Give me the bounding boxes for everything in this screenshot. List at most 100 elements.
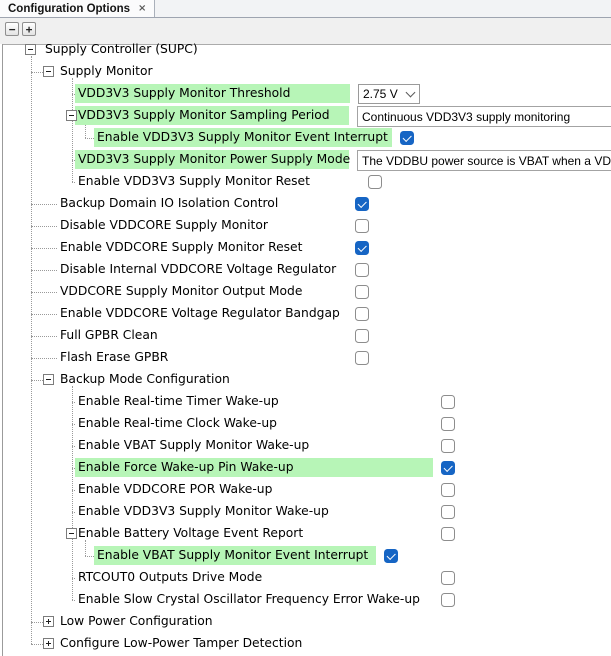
- checkbox[interactable]: [441, 461, 455, 475]
- tree-item-label[interactable]: Enable VBAT Supply Monitor Event Interru…: [97, 548, 368, 562]
- tree-item-label[interactable]: Disable Internal VDDCORE Voltage Regulat…: [60, 262, 336, 276]
- tree-row: VDD3V3 Supply Monitor Threshold 2.75 V: [0, 83, 611, 105]
- tree-item-label[interactable]: Enable VDDCORE Supply Monitor Reset: [60, 240, 302, 254]
- checkbox[interactable]: [441, 483, 455, 497]
- expander-hbar: [69, 115, 74, 116]
- checkbox[interactable]: [355, 241, 369, 255]
- tree-item-label[interactable]: Disable VDDCORE Supply Monitor: [60, 218, 268, 232]
- tree-connector-stub: [31, 248, 57, 249]
- tree-row: Enable VBAT Supply Monitor Event Interru…: [0, 545, 611, 567]
- tree-connector-stub: [31, 226, 57, 227]
- chevron-down-icon: [406, 88, 416, 98]
- tree-item-label[interactable]: VDDCORE Supply Monitor Output Mode: [60, 284, 302, 298]
- expander-hbar: [46, 71, 51, 72]
- tree-row: Enable VDDCORE Voltage Regulator Bandgap: [0, 303, 611, 325]
- tree-row: Full GPBR Clean: [0, 325, 611, 347]
- collapse-icon[interactable]: [25, 44, 36, 55]
- checkbox[interactable]: [368, 175, 382, 189]
- checkbox[interactable]: [441, 505, 455, 519]
- tree-item-label[interactable]: Configure Low-Power Tamper Detection: [60, 636, 302, 650]
- tree-row: Enable VBAT Supply Monitor Wake-up: [0, 435, 611, 457]
- checkbox[interactable]: [441, 571, 455, 585]
- tree-connector-stub: [85, 556, 94, 557]
- tree-connector-stub: [85, 138, 94, 139]
- value-field-text: Continuous VDD3V3 supply monitoring: [362, 110, 570, 124]
- tree-item-label[interactable]: Enable VDD3V3 Supply Monitor Reset: [78, 174, 310, 188]
- tree-item-label[interactable]: VDD3V3 Supply Monitor Power Supply Mode: [78, 152, 350, 166]
- tree-connector-stub: [72, 600, 75, 601]
- checkbox[interactable]: [355, 307, 369, 321]
- tree-connector-stub: [31, 336, 57, 337]
- checkbox[interactable]: [441, 395, 455, 409]
- tree-connector-stub: [31, 380, 43, 381]
- tree-item-label[interactable]: Enable VBAT Supply Monitor Wake-up: [78, 438, 309, 452]
- tree-item-label[interactable]: Supply Monitor: [60, 64, 153, 78]
- tree-row: Backup Mode Configuration: [0, 369, 611, 391]
- checkbox[interactable]: [400, 131, 414, 145]
- checkbox[interactable]: [441, 593, 455, 607]
- tree-connector-stub: [72, 578, 75, 579]
- tree-row: Enable Real-time Timer Wake-up: [0, 391, 611, 413]
- tree-row: Low Power Configuration: [0, 611, 611, 633]
- expander-hbar: [46, 379, 51, 380]
- tree-connector-stub: [31, 292, 57, 293]
- tree-item-label[interactable]: Backup Mode Configuration: [60, 372, 230, 386]
- tree-row: Enable VDDCORE Supply Monitor Reset: [0, 237, 611, 259]
- dropdown-selected-value: 2.75 V: [363, 87, 398, 101]
- tree-item-label[interactable]: Enable VDDCORE Voltage Regulator Bandgap: [60, 306, 340, 320]
- tree-item-label[interactable]: Low Power Configuration: [60, 614, 213, 628]
- collapse-icon[interactable]: [43, 374, 54, 385]
- checkbox[interactable]: [355, 329, 369, 343]
- tree-row: Enable Force Wake-up Pin Wake-up: [0, 457, 611, 479]
- tree-item-label[interactable]: Flash Erase GPBR: [60, 350, 168, 364]
- tree-connector-stub: [72, 446, 75, 447]
- tree-connector-stub: [31, 622, 43, 623]
- collapse-icon[interactable]: [66, 110, 77, 121]
- tree-item-label[interactable]: Enable Real-time Clock Wake-up: [78, 416, 277, 430]
- tree-item-label[interactable]: Full GPBR Clean: [60, 328, 158, 342]
- collapse-icon[interactable]: [66, 528, 77, 539]
- tree-connector-stub: [72, 490, 75, 491]
- tree-item-label[interactable]: Enable Force Wake-up Pin Wake-up: [78, 460, 294, 474]
- tree-row: Flash Erase GPBR: [0, 347, 611, 369]
- checkbox[interactable]: [441, 417, 455, 431]
- tree-row: Enable Battery Voltage Event Report: [0, 523, 611, 545]
- checkbox[interactable]: [384, 549, 398, 563]
- configuration-tree: Supply Controller (SUPC) Supply Monitor VD…: [0, 0, 611, 656]
- tree-connector-stub: [31, 270, 57, 271]
- expand-icon[interactable]: [43, 638, 54, 649]
- tree-item-label[interactable]: Enable VDDCORE POR Wake-up: [78, 482, 272, 496]
- tree-item-label[interactable]: VDD3V3 Supply Monitor Sampling Period: [78, 108, 330, 122]
- checkbox[interactable]: [441, 527, 455, 541]
- value-field[interactable]: The VDDBU power source is VBAT when a VD…: [357, 150, 611, 171]
- tree-row: Disable Internal VDDCORE Voltage Regulat…: [0, 259, 611, 281]
- expander-hbar: [69, 533, 74, 534]
- tree-item-label[interactable]: Supply Controller (SUPC): [45, 42, 198, 56]
- checkbox[interactable]: [355, 197, 369, 211]
- expand-icon[interactable]: [43, 616, 54, 627]
- tree-row: Disable VDDCORE Supply Monitor: [0, 215, 611, 237]
- checkbox[interactable]: [355, 285, 369, 299]
- checkbox[interactable]: [441, 439, 455, 453]
- value-field[interactable]: Continuous VDD3V3 supply monitoring: [357, 106, 611, 127]
- tree-item-label[interactable]: Backup Domain IO Isolation Control: [60, 196, 278, 210]
- tree-item-label[interactable]: Enable Real-time Timer Wake-up: [78, 394, 279, 408]
- tree-item-label[interactable]: VDD3V3 Supply Monitor Threshold: [78, 86, 290, 100]
- checkbox[interactable]: [355, 351, 369, 365]
- tree-connector-stub: [72, 424, 75, 425]
- tree-row: Enable Slow Crystal Oscillator Frequency…: [0, 589, 611, 611]
- tree-item-label[interactable]: RTCOUT0 Outputs Drive Mode: [78, 570, 262, 584]
- tree-item-label[interactable]: Enable VDD3V3 Supply Monitor Event Inter…: [97, 130, 388, 144]
- tree-row: VDD3V3 Supply Monitor Sampling Period Con…: [0, 105, 611, 127]
- tree-row: Enable VDD3V3 Supply Monitor Reset: [0, 171, 611, 193]
- tree-item-label[interactable]: Enable Slow Crystal Oscillator Frequency…: [78, 592, 420, 606]
- expander-hbar: [28, 49, 33, 50]
- tree-item-label[interactable]: Enable Battery Voltage Event Report: [78, 526, 303, 540]
- checkbox[interactable]: [355, 219, 369, 233]
- tree-connector-stub: [31, 72, 43, 73]
- checkbox[interactable]: [355, 263, 369, 277]
- tree-row: Enable VDDCORE POR Wake-up: [0, 479, 611, 501]
- tree-item-label[interactable]: Enable VDD3V3 Supply Monitor Wake-up: [78, 504, 329, 518]
- value-dropdown[interactable]: 2.75 V: [358, 84, 420, 104]
- collapse-icon[interactable]: [43, 66, 54, 77]
